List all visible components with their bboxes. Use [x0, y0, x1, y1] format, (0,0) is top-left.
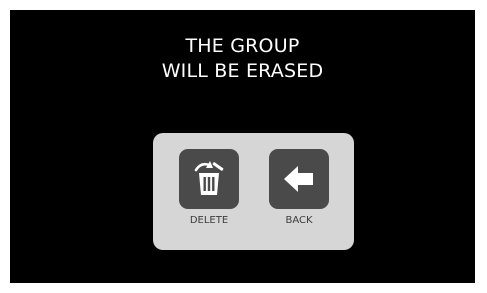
trash-icon [194, 161, 224, 195]
arrow-left-icon [284, 166, 313, 192]
message-line-1: THE GROUP [185, 35, 300, 57]
delete-label: DELETE [189, 215, 229, 226]
delete-icon-tile[interactable] [179, 149, 239, 209]
confirmation-message: THE GROUP WILL BE ERASED [10, 34, 475, 84]
delete-button[interactable]: DELETE [179, 149, 239, 229]
back-icon-tile[interactable] [269, 149, 329, 209]
back-button[interactable]: BACK [269, 149, 329, 229]
back-label: BACK [285, 215, 313, 226]
screen: THE GROUP WILL BE ERASED DELETE BACK [10, 10, 475, 283]
action-panel: DELETE BACK [153, 133, 354, 250]
message-line-2: WILL BE ERASED [161, 60, 324, 82]
